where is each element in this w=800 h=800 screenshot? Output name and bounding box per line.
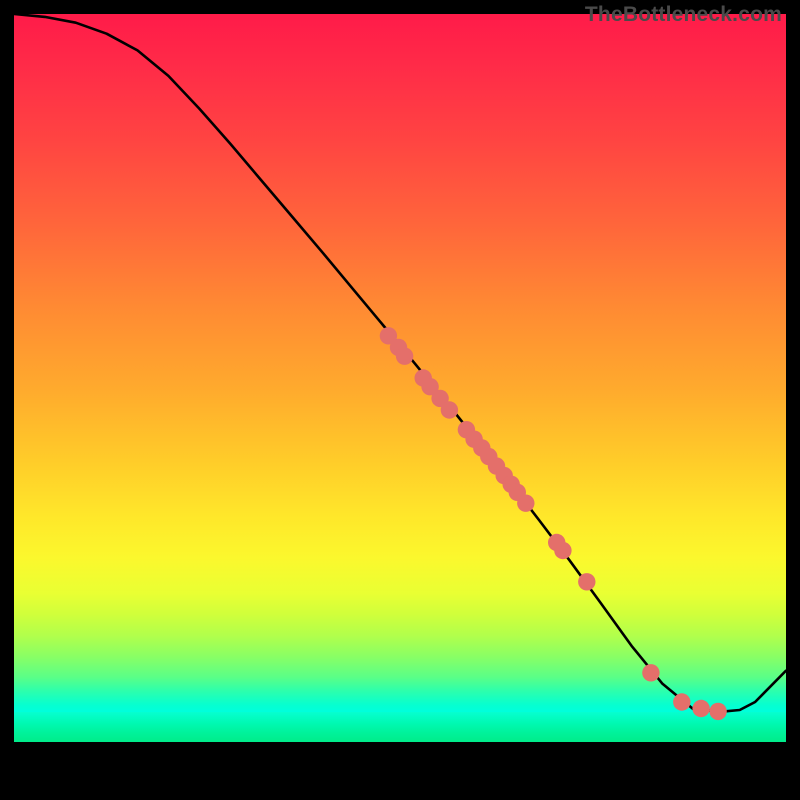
data-point: [554, 542, 571, 559]
chart-stage: TheBottleneck.com: [0, 0, 800, 800]
data-point: [692, 700, 709, 717]
plot-area: [14, 14, 786, 786]
attribution-text: TheBottleneck.com: [585, 3, 782, 27]
data-point: [709, 703, 726, 720]
data-point: [578, 573, 595, 590]
chart-svg: [14, 14, 786, 786]
data-point: [396, 348, 413, 365]
data-point: [673, 693, 690, 710]
data-points: [380, 327, 727, 720]
data-point: [441, 401, 458, 418]
data-point: [517, 495, 534, 512]
data-point: [642, 664, 659, 681]
